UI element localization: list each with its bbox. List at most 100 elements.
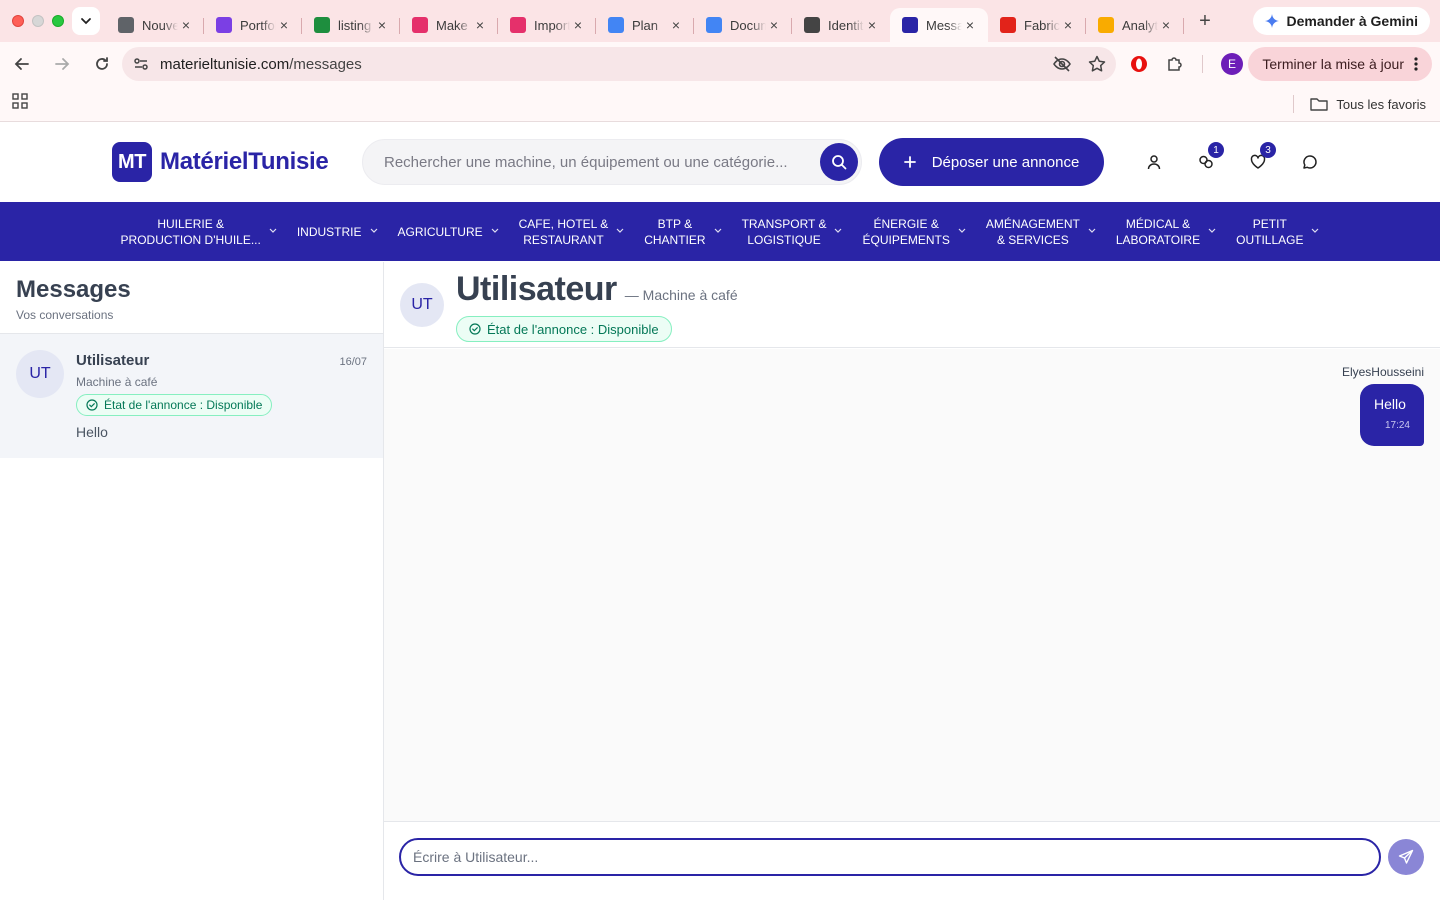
category-item[interactable]: BTP & CHANTIER — [634, 216, 731, 248]
category-label-line: ÉQUIPEMENTS — [862, 232, 950, 247]
close-tab-icon[interactable]: × — [178, 17, 194, 33]
category-label-line: ÉNERGIE & — [873, 216, 939, 231]
all-bookmarks-button[interactable]: Tous les favoris — [1293, 95, 1426, 113]
category-item[interactable]: AGRICULTURE — [388, 224, 509, 240]
search-icon — [832, 155, 847, 170]
back-button[interactable] — [4, 46, 40, 82]
category-item[interactable]: CAFE, HOTEL & RESTAURANT — [509, 216, 635, 248]
browser-tab[interactable]: Analytics× — [1086, 8, 1184, 42]
category-item[interactable]: HUILERIE & PRODUCTION D'HUILE... — [111, 216, 287, 248]
browser-tab-label: Plan — [632, 17, 659, 33]
category-item[interactable]: INDUSTRIE — [287, 224, 388, 240]
reload-button[interactable] — [84, 46, 120, 82]
chat-title: Utilisateur — Machine à café — [456, 270, 738, 309]
category-item[interactable]: ÉNERGIE & ÉQUIPEMENTS — [852, 216, 975, 248]
sheet-icon — [314, 17, 330, 33]
category-label-line: CAFE, HOTEL & — [518, 216, 609, 231]
puzzle-icon[interactable] — [1166, 55, 1184, 73]
gemini-star-icon — [1264, 14, 1279, 28]
browser-tab[interactable]: Identité× — [792, 8, 890, 42]
maximize-window-button[interactable] — [52, 15, 64, 27]
gemini-button[interactable]: Demander à Gemini — [1252, 7, 1430, 35]
site-logo[interactable]: MT MatérielTunisie — [112, 142, 329, 182]
tab-search-button[interactable] — [72, 7, 100, 35]
browser-tab[interactable]: Fabric × — [988, 8, 1086, 42]
conversation-item[interactable]: UT Utilisateur 16/07 Machine à café État… — [0, 334, 383, 458]
chevron-down-icon — [491, 224, 499, 240]
conversation-status-badge: État de l'annonce : Disponible — [76, 394, 273, 416]
chevron-down-icon — [714, 224, 722, 240]
chevron-down-icon — [1088, 224, 1096, 240]
compare-button[interactable]: 1 — [1192, 142, 1224, 176]
close-tab-icon[interactable]: × — [276, 17, 292, 33]
category-label-line: BTP & — [657, 216, 693, 231]
category-label-line: AGRICULTURE — [397, 224, 483, 239]
browser-tab[interactable]: Document× — [694, 8, 792, 42]
category-item[interactable]: TRANSPORT & LOGISTIQUE — [732, 216, 853, 248]
chevron-down-icon — [81, 18, 91, 25]
close-tab-icon[interactable]: × — [864, 17, 880, 33]
chevron-down-icon — [1208, 224, 1216, 240]
site-settings-icon[interactable] — [126, 56, 156, 72]
flow-icon — [510, 17, 526, 33]
close-tab-icon[interactable]: × — [1060, 17, 1076, 33]
browser-tab[interactable]: listing × — [302, 8, 400, 42]
post-ad-label: Déposer une annonce — [931, 153, 1080, 171]
close-tab-icon[interactable]: × — [472, 17, 488, 33]
category-label-line: RESTAURANT — [523, 232, 604, 247]
close-tab-icon[interactable]: × — [668, 17, 684, 33]
message-input[interactable] — [399, 838, 1381, 876]
close-tab-icon[interactable]: × — [962, 17, 978, 33]
flow-icon — [412, 17, 428, 33]
browser-tab[interactable]: Nouvel onglet× — [106, 8, 204, 42]
browser-tab[interactable]: Make × — [400, 8, 498, 42]
browser-tab[interactable]: Import × — [498, 8, 596, 42]
close-window-button[interactable] — [12, 15, 24, 27]
message-time: 17:24 — [1384, 420, 1410, 431]
browser-tab[interactable]: Plan × — [596, 8, 694, 42]
eye-off-icon[interactable] — [1052, 54, 1072, 74]
close-tab-icon[interactable]: × — [1158, 17, 1174, 33]
chevron-down-icon — [958, 224, 966, 240]
browser-tab[interactable]: Messages× — [890, 8, 988, 42]
category-label: INDUSTRIE — [297, 224, 362, 240]
messages-button[interactable] — [1296, 148, 1324, 176]
category-item[interactable]: PETIT OUTILLAGE — [1226, 216, 1329, 248]
reload-icon — [96, 57, 108, 70]
conversation-avatar: UT — [16, 350, 64, 398]
star-icon[interactable] — [1088, 55, 1106, 73]
close-tab-icon[interactable]: × — [374, 17, 390, 33]
favorites-button[interactable]: 3 — [1244, 142, 1276, 176]
close-tab-icon[interactable]: × — [570, 17, 586, 33]
category-item[interactable]: AMÉNAGEMENT & SERVICES — [976, 216, 1106, 248]
tab-strip: Nouvel onglet×Portfolio×listing×Make×Imp… — [106, 0, 1184, 42]
search-button[interactable] — [820, 143, 858, 181]
account-button[interactable] — [1140, 148, 1168, 176]
post-ad-button[interactable]: Déposer une annonce — [879, 138, 1104, 186]
plus-icon — [903, 156, 916, 168]
category-label: AGRICULTURE — [398, 224, 483, 240]
opera-extension-icon[interactable] — [1130, 55, 1148, 73]
browser-tab-label: Identité — [828, 17, 864, 33]
conversation-date: 16/07 — [339, 356, 367, 368]
new-tab-button[interactable]: + — [1190, 10, 1220, 33]
chevron-down-icon — [269, 224, 277, 240]
profile-avatar[interactable]: E — [1221, 53, 1243, 75]
category-label-line: LABORATOIRE — [1115, 232, 1201, 247]
search-input[interactable]: Rechercher une machine, un équipement ou… — [384, 154, 820, 171]
chat-listing-name: — Machine à café — [624, 287, 738, 303]
forward-button[interactable] — [44, 46, 80, 82]
address-bar[interactable]: materieltunisie.com/messages — [122, 47, 1116, 81]
apps-grid-icon[interactable] — [12, 93, 28, 114]
minimize-window-button[interactable] — [32, 15, 44, 27]
finish-update-button[interactable]: Terminer la mise à jour — [1248, 47, 1432, 81]
conversations-header: Messages Vos conversations — [0, 262, 383, 334]
send-button[interactable] — [1388, 839, 1424, 875]
category-item[interactable]: MÉDICAL & LABORATOIRE — [1106, 216, 1226, 248]
browser-tab-label: Nouvel onglet — [142, 17, 178, 33]
category-label-line: OUTILLAGE — [1236, 232, 1304, 247]
compare-badge: 1 — [1208, 142, 1224, 158]
conversation-name: Utilisateur — [76, 352, 150, 369]
browser-tab[interactable]: Portfolio× — [204, 8, 302, 42]
close-tab-icon[interactable]: × — [766, 17, 782, 33]
